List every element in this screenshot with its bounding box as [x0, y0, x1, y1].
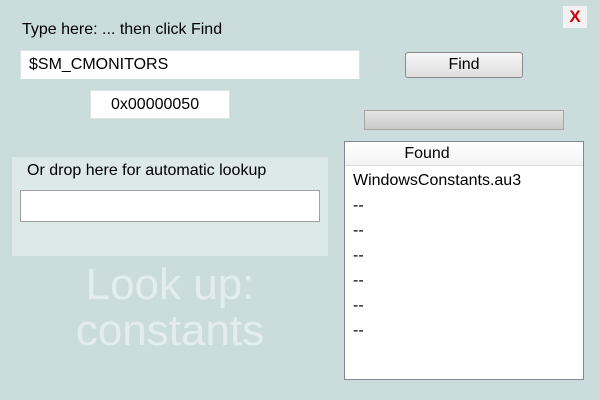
drop-label: Or drop here for automatic lookup — [27, 162, 267, 179]
list-item[interactable]: -- — [345, 268, 583, 293]
found-list-header-label: Found — [404, 144, 450, 162]
watermark-line-1: Look up: — [85, 260, 255, 309]
search-prompt-label: Type here: ... then click Find — [22, 21, 223, 38]
find-button[interactable]: Find — [405, 52, 523, 78]
list-item[interactable]: -- — [345, 218, 583, 243]
watermark-line-2: constants — [75, 306, 265, 355]
found-list-header[interactable]: Found — [345, 142, 583, 166]
result-value-field[interactable]: 0x00000050 — [90, 90, 230, 119]
progress-bar — [364, 110, 564, 130]
list-item[interactable]: -- — [345, 193, 583, 218]
found-list[interactable]: Found WindowsConstants.au3 -- -- -- -- -… — [344, 141, 584, 380]
drop-input[interactable] — [20, 190, 320, 222]
search-input[interactable]: $SM_CMONITORS — [20, 50, 360, 79]
list-item[interactable]: WindowsConstants.au3 — [345, 168, 583, 193]
list-item[interactable]: -- — [345, 318, 583, 343]
watermark-text: Look up: constants — [60, 262, 280, 354]
close-button[interactable]: X — [563, 6, 587, 28]
list-item[interactable]: -- — [345, 243, 583, 268]
list-item[interactable]: -- — [345, 293, 583, 318]
